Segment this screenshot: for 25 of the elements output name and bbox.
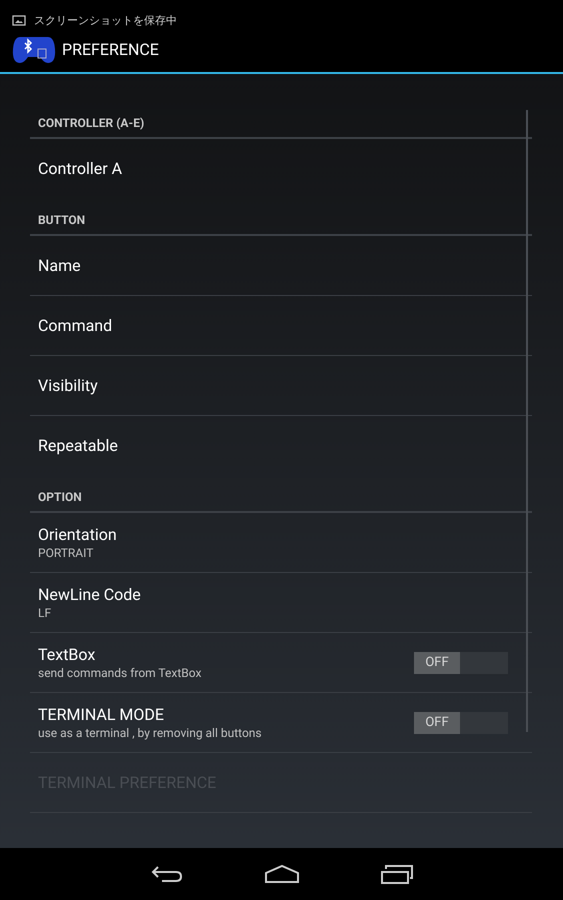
home-icon[interactable] [264,864,300,884]
preference-title[interactable]: Visibility [38,376,508,396]
section-header: OPTION [38,488,82,506]
screen-title: PREFERENCE [62,39,159,61]
recent-apps-icon[interactable] [380,863,414,885]
preference-summary: PORTRAIT [38,544,94,560]
back-icon[interactable] [150,864,184,884]
preference-title[interactable]: TERMINAL MODE [38,704,414,724]
preference-title[interactable]: Command [38,316,508,336]
preference-title[interactable]: Name [38,256,508,276]
preference-title[interactable]: NewLine Code [38,584,508,604]
preference-summary: LF [38,604,52,620]
toggle-switch[interactable]: OFF [414,652,508,674]
preference-title[interactable]: TextBox [38,644,414,664]
preference-title[interactable]: Controller A [38,159,508,179]
section-header: CONTROLLER (A-E) [38,114,144,132]
preference-summary: use as a terminal , by removing all buttons [38,724,263,740]
screenshot-icon [12,15,26,26]
preference-summary: send commands from TextBox [38,664,202,680]
section-header: BUTTON [38,212,86,228]
gamepad-icon [12,35,56,65]
notification-text: スクリーンショットを保存中 [34,15,177,26]
preference-title[interactable]: Orientation [38,524,508,544]
preference-title[interactable]: Repeatable [38,436,508,456]
toggle-switch[interactable]: OFF [414,712,508,734]
